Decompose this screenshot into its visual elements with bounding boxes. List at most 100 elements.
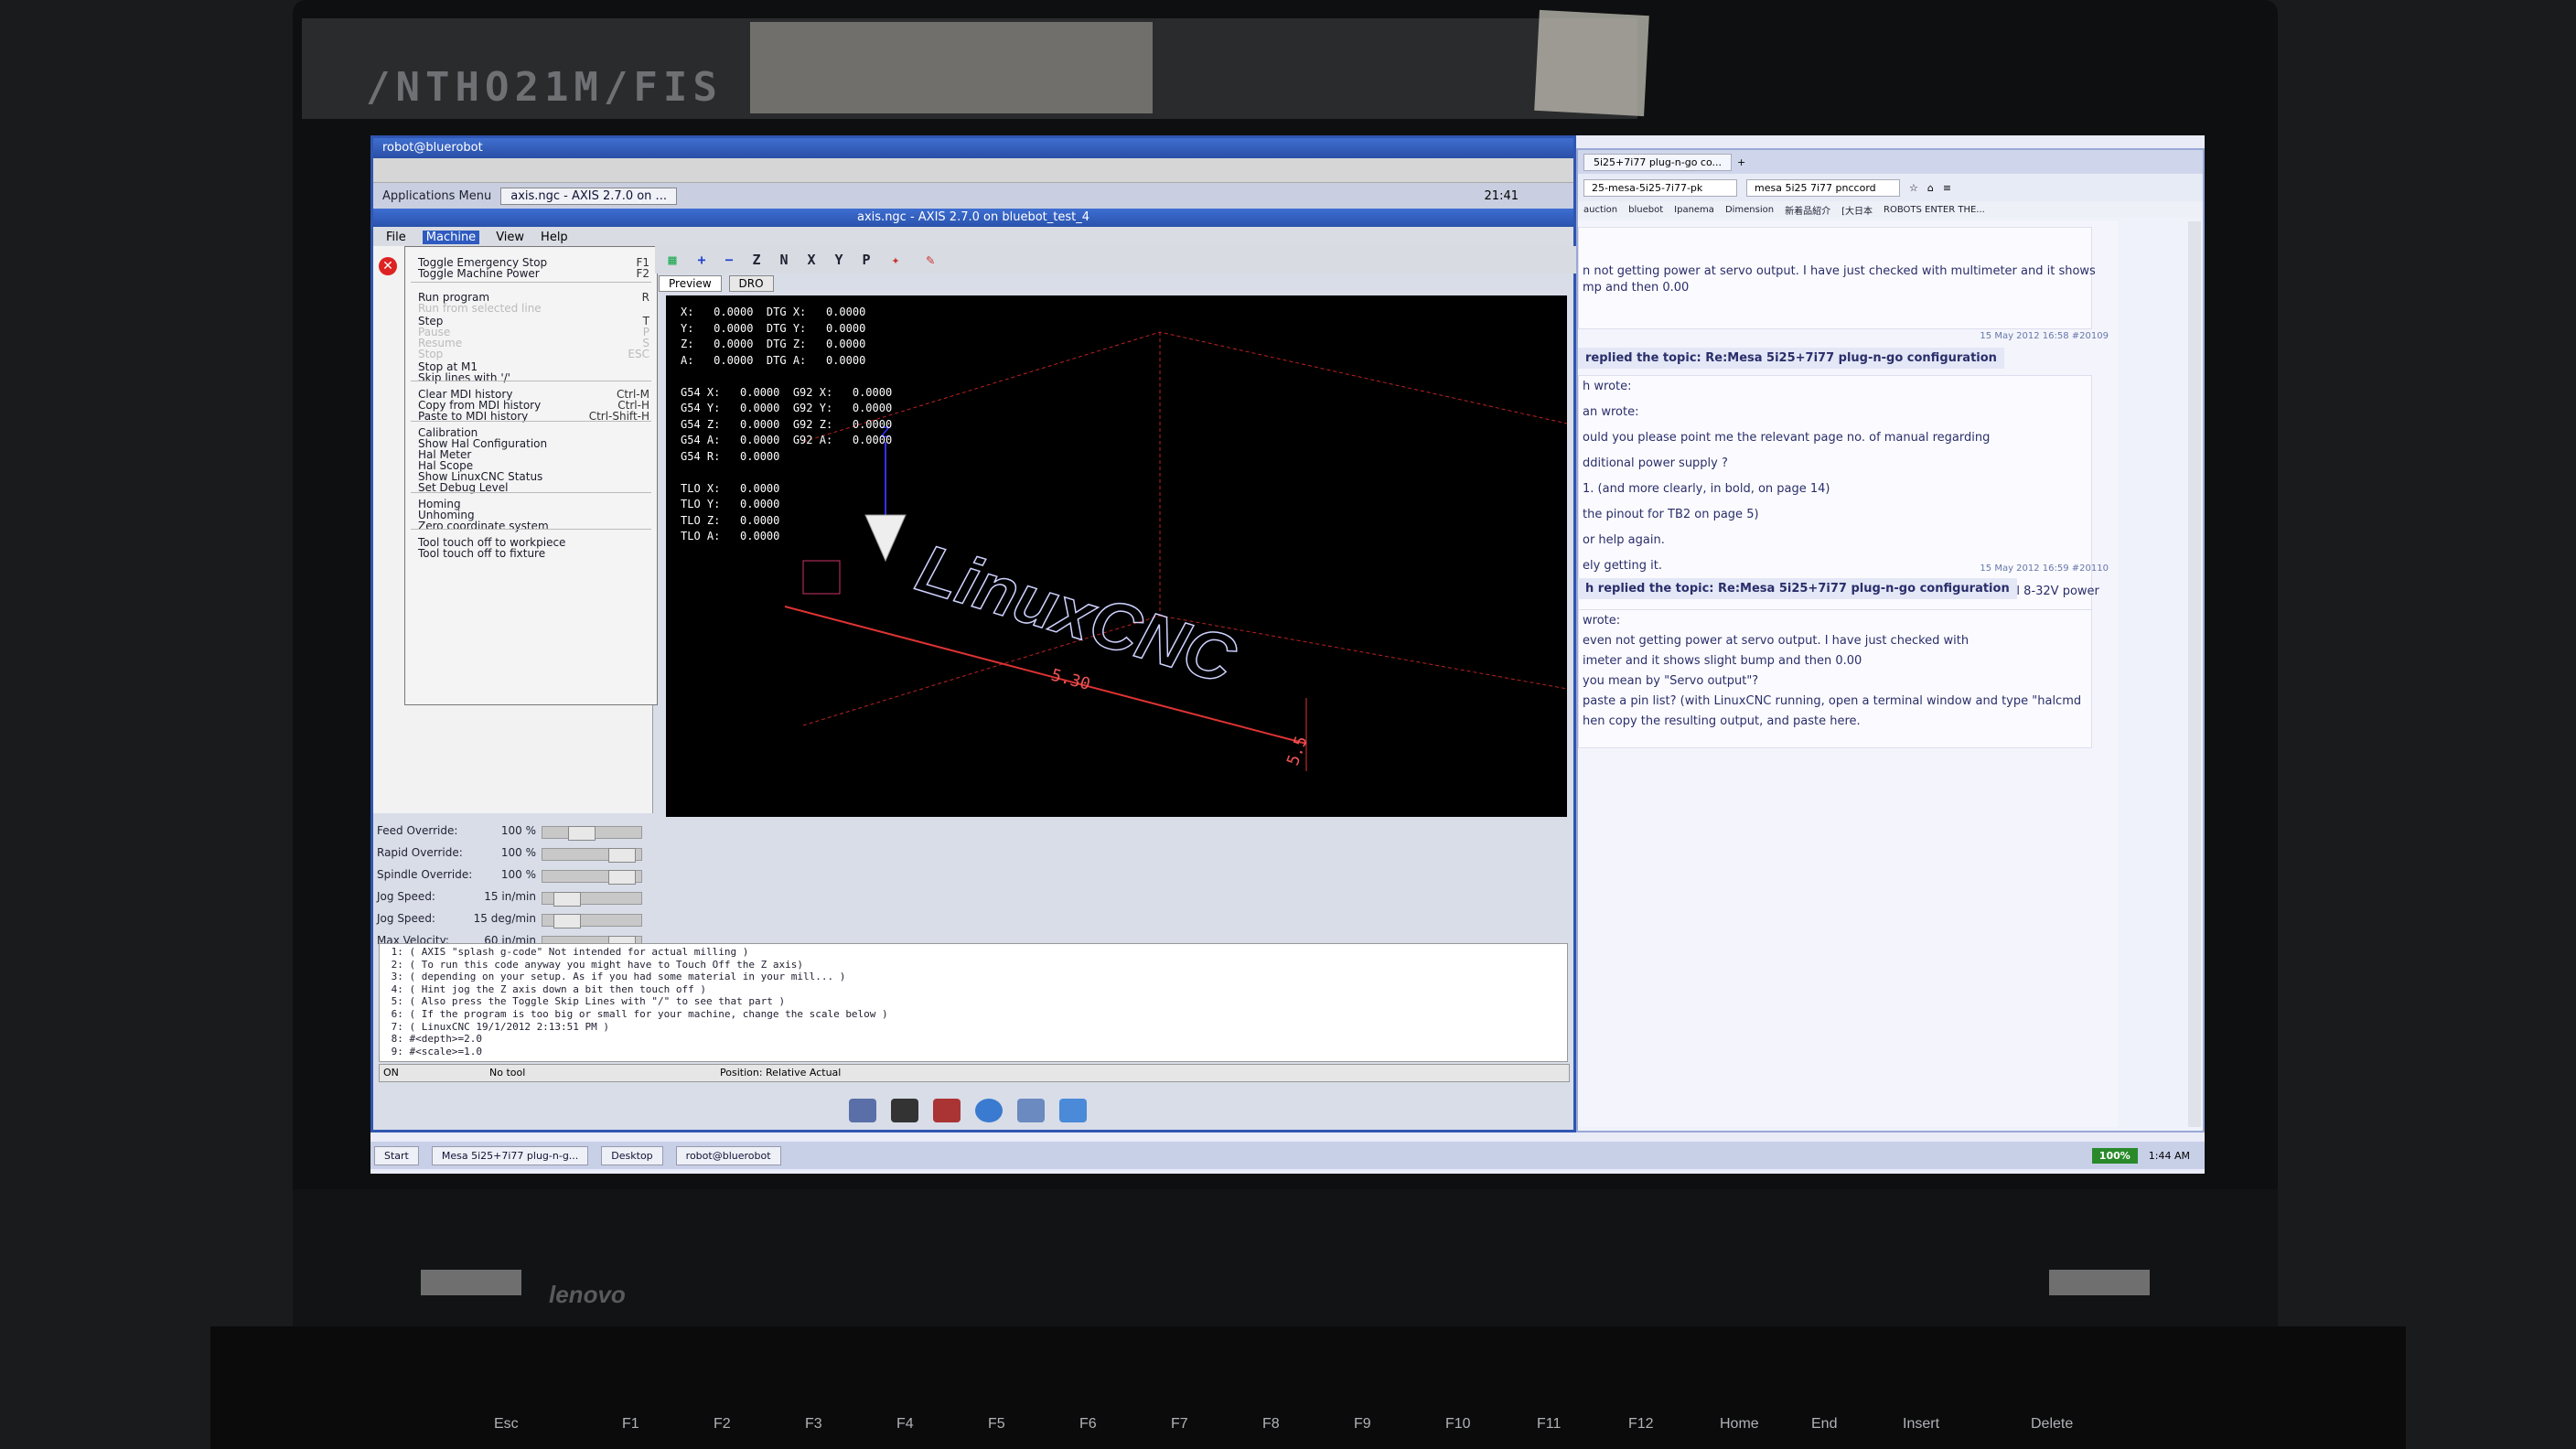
- keyboard-key[interactable]: F11: [1537, 1416, 1561, 1433]
- bookmark-item[interactable]: [大日本: [1841, 203, 1873, 217]
- view-y-icon[interactable]: Y: [829, 252, 849, 270]
- slider-track[interactable]: [542, 848, 642, 863]
- folder-icon[interactable]: [1059, 1099, 1087, 1122]
- keyboard-key[interactable]: F7: [1171, 1416, 1188, 1433]
- start-button[interactable]: Start: [374, 1145, 419, 1165]
- keyboard-key[interactable]: F3: [805, 1416, 822, 1433]
- slider-knob[interactable]: [553, 914, 581, 928]
- search-icon[interactable]: [1017, 1099, 1045, 1122]
- override-slider[interactable]: Rapid Override: 100 %: [377, 844, 651, 863]
- post-text-line: wrote:: [1583, 614, 1621, 628]
- override-slider[interactable]: Jog Speed: 15 in/min: [377, 888, 651, 907]
- new-tab-icon[interactable]: +: [1737, 156, 1745, 168]
- preview-canvas[interactable]: Z LinuxCNC 5.30 5.5 X: 0.0000 DTG X: 0.0…: [666, 295, 1567, 817]
- menu-view[interactable]: View: [496, 231, 524, 244]
- view-x-icon[interactable]: X: [801, 252, 821, 270]
- bookmark-item[interactable]: 新着品紹介: [1785, 203, 1830, 217]
- bookmark-item[interactable]: Dimension: [1725, 205, 1774, 215]
- bounding-box-top: [802, 331, 1567, 443]
- machine-menu-item[interactable]: Toggle Machine Power: [418, 267, 540, 280]
- slider-knob[interactable]: [553, 892, 581, 907]
- keyboard-key[interactable]: F6: [1079, 1416, 1097, 1433]
- view-icon[interactable]: ▦: [662, 252, 682, 270]
- keyboard-key[interactable]: F10: [1445, 1416, 1471, 1433]
- menu-icon[interactable]: ≡: [1943, 182, 1951, 194]
- applications-menu[interactable]: Applications Menu: [382, 189, 491, 203]
- home-icon[interactable]: ⌂: [1927, 182, 1934, 194]
- slider-knob[interactable]: [568, 826, 596, 841]
- keyboard-key[interactable]: Home: [1720, 1416, 1759, 1433]
- outer-titlebar[interactable]: robot@bluerobot: [373, 138, 1573, 158]
- keyboard-key[interactable]: F4: [896, 1416, 914, 1433]
- search-field[interactable]: mesa 5i25 7i77 pnccord: [1746, 178, 1900, 197]
- keyboard-key[interactable]: F1: [622, 1416, 639, 1433]
- view-p-icon[interactable]: P: [856, 252, 876, 270]
- drive-icon[interactable]: [849, 1099, 876, 1122]
- post-text-line: hen copy the resulting output, and paste…: [1583, 714, 1861, 728]
- override-slider[interactable]: Spindle Override: 100 %: [377, 866, 651, 885]
- gcode-listing[interactable]: 1: ( AXIS "splash g-code" Not intended f…: [379, 943, 1568, 1062]
- star-icon[interactable]: ☆: [1909, 182, 1918, 194]
- zoom-in-icon[interactable]: +: [692, 252, 712, 270]
- menu-machine[interactable]: Machine: [422, 230, 480, 244]
- machine-menu-item[interactable]: Zero coordinate system: [418, 520, 549, 532]
- taskbar-browser[interactable]: Mesa 5i25+7i77 plug-n-g...: [431, 1145, 589, 1165]
- machine-menu-item[interactable]: Run from selected line: [418, 302, 542, 315]
- clear-plot-icon[interactable]: ✎: [920, 252, 940, 270]
- taskbar-desktop[interactable]: Desktop: [601, 1145, 663, 1165]
- rotate-icon[interactable]: ✦: [886, 252, 906, 270]
- slider-track[interactable]: [542, 870, 642, 885]
- menu-separator: [411, 529, 651, 530]
- browser-icon[interactable]: [975, 1099, 1003, 1122]
- keyboard-key[interactable]: Insert: [1903, 1416, 1939, 1433]
- override-slider[interactable]: Feed Override: 100 %: [377, 822, 651, 841]
- tab-preview[interactable]: Preview: [659, 275, 722, 292]
- bookmark-item[interactable]: auction: [1583, 205, 1617, 215]
- keyboard-key[interactable]: F5: [988, 1416, 1005, 1433]
- override-slider[interactable]: Jog Speed: 15 deg/min: [377, 910, 651, 928]
- view-z2-icon[interactable]: N: [774, 252, 794, 270]
- keyboard-key[interactable]: End: [1811, 1416, 1837, 1433]
- app-icon[interactable]: [933, 1099, 961, 1122]
- browser-tab[interactable]: 5i25+7i77 plug-n-go co...: [1583, 153, 1733, 171]
- axis-titlebar[interactable]: axis.ngc - AXIS 2.7.0 on bluebot_test_4: [373, 209, 1573, 227]
- panel-clock: 21:41: [1484, 188, 1519, 203]
- machine-menu-item[interactable]: Skip lines with '/': [418, 371, 510, 384]
- slider-knob[interactable]: [608, 870, 636, 885]
- tab-dro[interactable]: DRO: [728, 275, 774, 292]
- view-z-icon[interactable]: Z: [746, 252, 767, 270]
- battery-indicator: 100%: [2091, 1147, 2138, 1164]
- menu-file[interactable]: File: [386, 231, 406, 244]
- lid-sticker: /NTHO21M/FIS: [366, 64, 723, 111]
- slider-label: Feed Override:: [377, 824, 458, 837]
- bookmark-item[interactable]: Ipanema: [1674, 205, 1714, 215]
- bookmark-item[interactable]: ROBOTS ENTER THE...: [1884, 205, 1985, 215]
- slider-knob[interactable]: [608, 848, 636, 863]
- axis-task-button[interactable]: axis.ngc - AXIS 2.7.0 on ...: [500, 187, 677, 205]
- terminal-icon[interactable]: [891, 1099, 918, 1122]
- keyboard-key[interactable]: F12: [1628, 1416, 1654, 1433]
- menu-shortcut: R: [641, 291, 649, 304]
- outer-toolbar: [373, 158, 1573, 183]
- zoom-out-icon[interactable]: −: [719, 252, 739, 270]
- url-field[interactable]: 25-mesa-5i25-7i77-pk: [1583, 178, 1737, 197]
- scrollbar[interactable]: [2188, 221, 2201, 1127]
- slider-track[interactable]: [542, 892, 642, 907]
- bookmark-item[interactable]: bluebot: [1628, 205, 1663, 215]
- taskbar-terminal[interactable]: robot@bluerobot: [675, 1145, 781, 1165]
- machine-menu-item[interactable]: Stop: [418, 348, 443, 360]
- reply-header-2[interactable]: h replied the topic: Re:Mesa 5i25+7i77 p…: [1578, 578, 2017, 599]
- keyboard-key[interactable]: Delete: [2031, 1416, 2073, 1433]
- post-3: wrote: even not getting power at servo o…: [1578, 609, 2092, 748]
- menu-separator: [411, 421, 651, 422]
- estop-icon[interactable]: ✕: [379, 257, 397, 275]
- keyboard-key[interactable]: F8: [1262, 1416, 1280, 1433]
- keyboard-key[interactable]: Esc: [494, 1416, 519, 1433]
- keyboard-key[interactable]: F2: [714, 1416, 731, 1433]
- reply-header-1[interactable]: replied the topic: Re:Mesa 5i25+7i77 plu…: [1578, 348, 2004, 369]
- keyboard-key[interactable]: F9: [1354, 1416, 1371, 1433]
- menu-help[interactable]: Help: [541, 231, 568, 244]
- slider-track[interactable]: [542, 826, 642, 841]
- machine-menu-item[interactable]: Tool touch off to fixture: [418, 547, 545, 560]
- slider-track[interactable]: [542, 914, 642, 928]
